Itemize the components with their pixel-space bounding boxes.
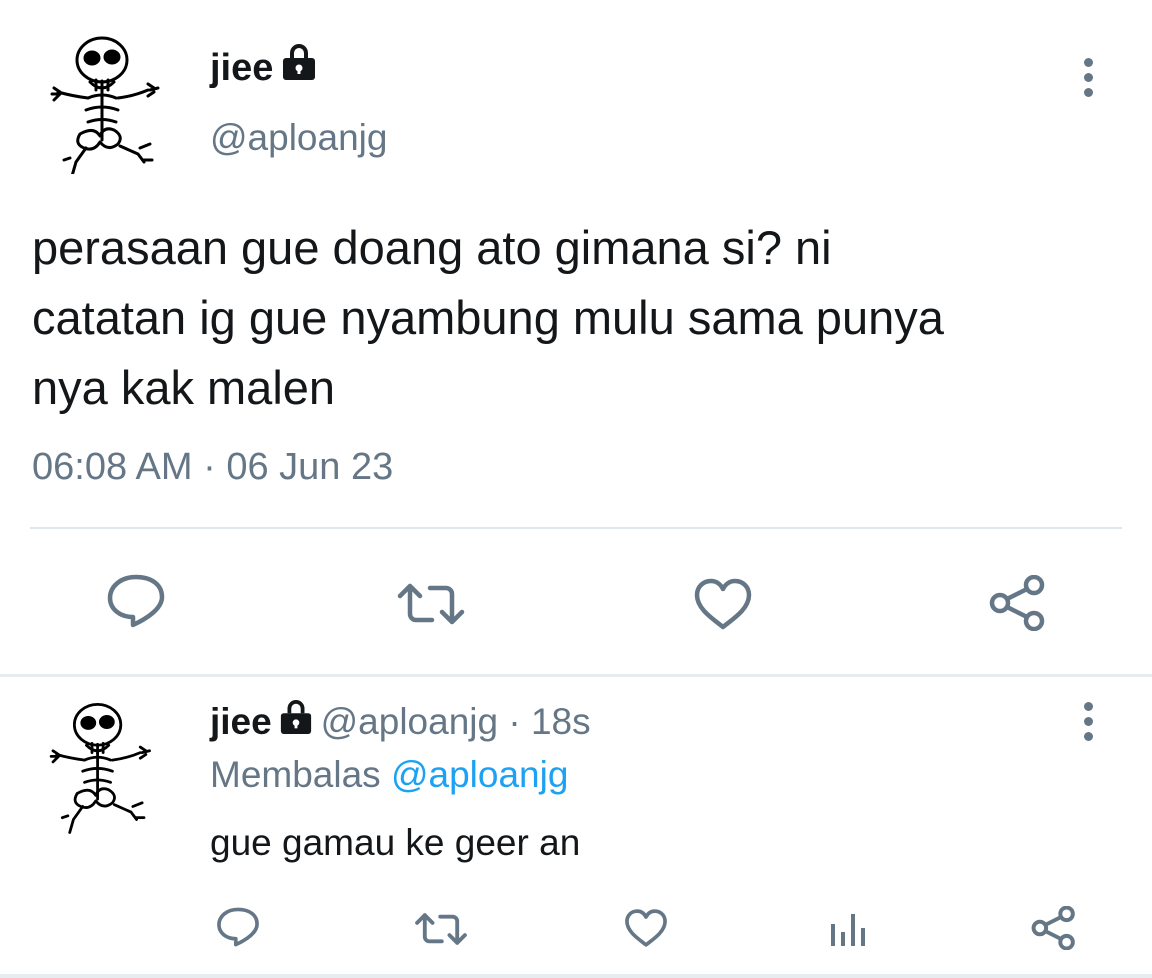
reply-text: gue gamau ke geer an (210, 822, 581, 863)
replying-prefix: Membalas (210, 754, 391, 795)
reply-icon[interactable] (216, 906, 260, 948)
handle-and-time[interactable]: @aploanjg · 18s (321, 701, 591, 742)
share-icon[interactable] (1030, 906, 1078, 950)
more-options-icon[interactable] (1084, 702, 1098, 747)
avatar[interactable] (40, 686, 170, 836)
replying-to-link[interactable]: @aploanjg (391, 754, 568, 795)
tweet-text-line: catatan ig gue nyambung mulu sama punya (32, 291, 944, 344)
replying-to: Membalas @aploanjg (210, 754, 568, 796)
tweet-text: perasaan gue doang ato gimana si? ni cat… (32, 213, 1132, 423)
section-separator (0, 674, 1152, 677)
avatar[interactable] (40, 24, 180, 178)
display-name[interactable]: jiee (210, 47, 273, 89)
analytics-icon[interactable] (829, 910, 869, 948)
lock-icon (278, 44, 320, 85)
display-name[interactable]: jiee (210, 701, 272, 742)
tweet-text-line: perasaan gue doang ato gimana si? ni (32, 221, 832, 274)
section-separator (0, 974, 1152, 978)
reply-icon[interactable] (106, 573, 166, 629)
tweet-text-line: nya kak malen (32, 361, 336, 414)
reply-header: jiee @aploanjg · 18s (210, 700, 591, 743)
like-icon[interactable] (693, 577, 753, 631)
more-options-icon[interactable] (1084, 58, 1098, 103)
like-icon[interactable] (624, 908, 668, 948)
display-name-row: jiee (210, 44, 320, 90)
retweet-icon[interactable] (396, 580, 466, 628)
retweet-icon[interactable] (414, 910, 468, 948)
handle[interactable]: @aploanjg (210, 117, 387, 159)
divider (30, 527, 1122, 529)
tweet-timestamp[interactable]: 06:08 AM · 06 Jun 23 (32, 446, 393, 489)
lock-icon (276, 700, 316, 739)
share-icon[interactable] (988, 575, 1048, 631)
